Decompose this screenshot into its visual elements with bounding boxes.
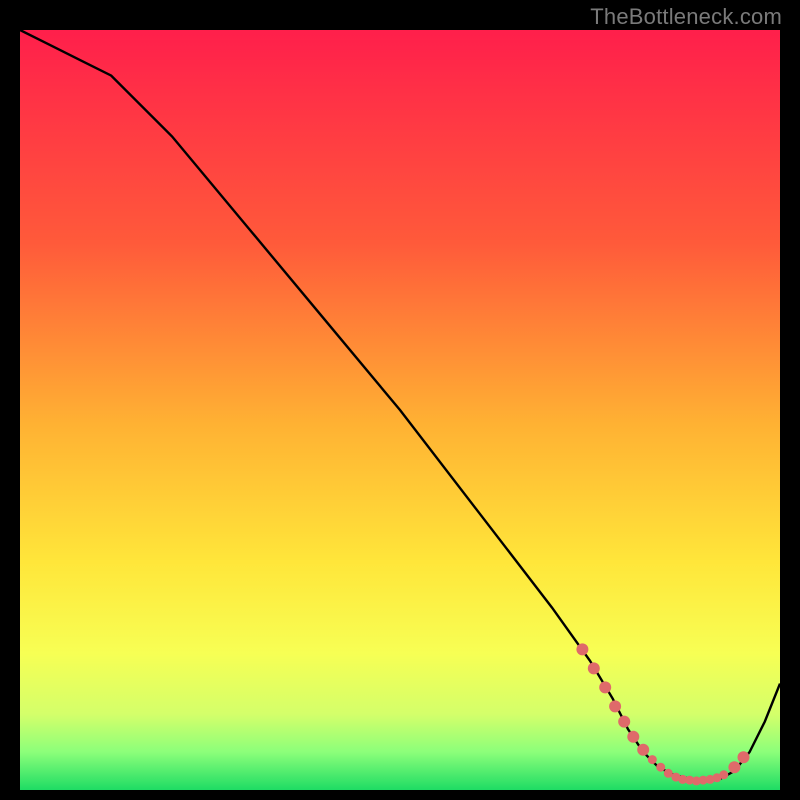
marker-dot [637, 744, 649, 756]
marker-dot [627, 731, 639, 743]
marker-dot [618, 716, 630, 728]
marker-dot [648, 755, 657, 764]
marker-dot [609, 700, 621, 712]
marker-dot [728, 761, 740, 773]
watermark-text: TheBottleneck.com [590, 4, 782, 30]
chart-plot-area [20, 30, 780, 790]
marker-dot [599, 681, 611, 693]
marker-dot [738, 751, 750, 763]
marker-dot [576, 643, 588, 655]
chart-svg [20, 30, 780, 790]
marker-dot [588, 662, 600, 674]
marker-dot [719, 770, 728, 779]
marker-dot [656, 763, 665, 772]
chart-frame: TheBottleneck.com [0, 0, 800, 800]
